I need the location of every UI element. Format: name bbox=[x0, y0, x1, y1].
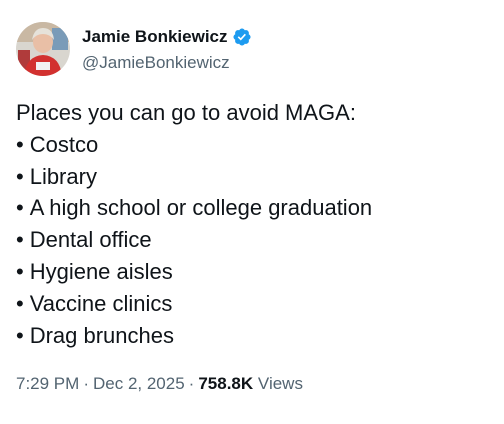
meta-separator: · bbox=[188, 374, 195, 393]
avatar-image bbox=[16, 22, 70, 76]
tweet-meta: 7:29 PM · Dec 2, 2025 · 758.8K Views bbox=[16, 374, 303, 394]
bullet-glyph: • bbox=[16, 131, 24, 157]
views-label[interactable]: Views bbox=[258, 374, 303, 393]
list-item: • Dental office bbox=[16, 224, 488, 256]
bullet-glyph: • bbox=[16, 290, 24, 316]
bullet-glyph: • bbox=[16, 322, 24, 348]
author-names: Jamie Bonkiewicz @JamieBonkiewicz bbox=[82, 25, 252, 73]
bullet-glyph: • bbox=[16, 163, 24, 189]
list-item: • Library bbox=[16, 161, 488, 193]
list-item-text: Hygiene aisles bbox=[29, 258, 173, 284]
display-name[interactable]: Jamie Bonkiewicz bbox=[82, 27, 228, 47]
tweet-text: Places you can go to avoid MAGA: • Costco… bbox=[16, 97, 488, 351]
verified-badge-icon[interactable] bbox=[232, 27, 252, 47]
bullet-glyph: • bbox=[16, 227, 24, 253]
list-item-text: Library bbox=[29, 163, 97, 189]
views-count[interactable]: 758.8K bbox=[198, 374, 253, 393]
list-item-text: A high school or college graduation bbox=[29, 195, 373, 221]
list-item-text: Vaccine clinics bbox=[29, 290, 173, 316]
tweet-card: Jamie Bonkiewicz @JamieBonkiewicz Places… bbox=[0, 0, 504, 424]
list-item-text: Drag brunches bbox=[29, 322, 175, 348]
tweet-header: Jamie Bonkiewicz @JamieBonkiewicz bbox=[16, 22, 252, 76]
tweet-intro: Places you can go to avoid MAGA: bbox=[16, 100, 356, 125]
name-row: Jamie Bonkiewicz bbox=[82, 25, 252, 49]
list-item-text: Costco bbox=[29, 131, 99, 157]
tweet-date[interactable]: Dec 2, 2025 bbox=[93, 374, 185, 393]
list-item: • Drag brunches bbox=[16, 320, 488, 352]
bullet-glyph: • bbox=[16, 258, 24, 284]
tweet-time[interactable]: 7:29 PM bbox=[16, 374, 79, 393]
list-item: • Costco bbox=[16, 129, 488, 161]
avatar[interactable] bbox=[16, 22, 70, 76]
list-item: • Vaccine clinics bbox=[16, 288, 488, 320]
list-item: • Hygiene aisles bbox=[16, 256, 488, 288]
list-item-text: Dental office bbox=[29, 227, 152, 253]
meta-separator: · bbox=[83, 374, 89, 393]
bullet-glyph: • bbox=[16, 195, 24, 221]
author-handle[interactable]: @JamieBonkiewicz bbox=[82, 53, 252, 73]
list-item: • A high school or college graduation bbox=[16, 192, 488, 224]
